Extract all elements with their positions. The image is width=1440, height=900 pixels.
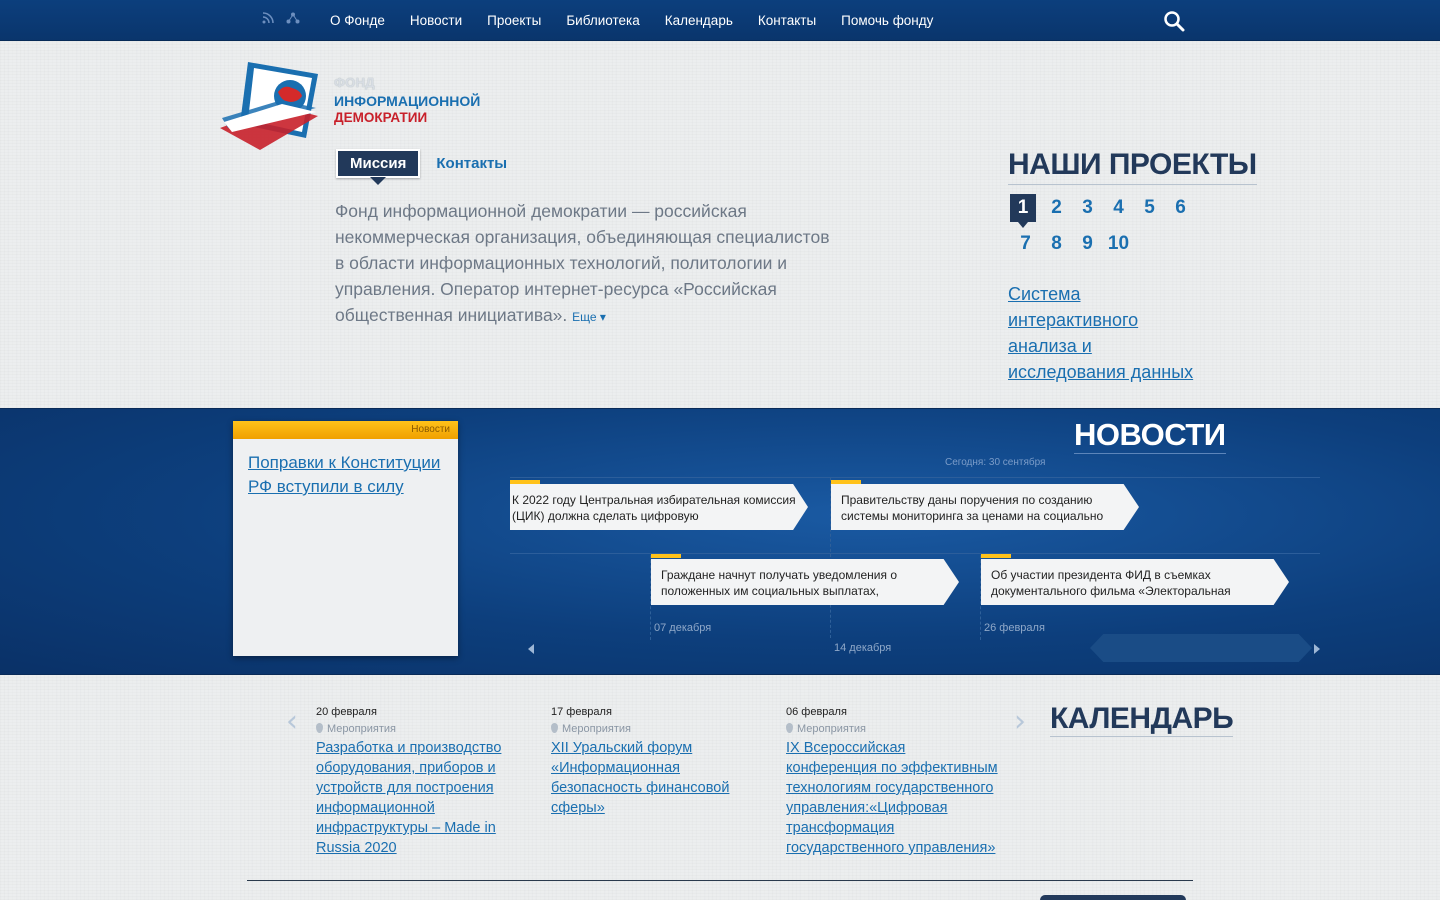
logo-line-1: ФОНД bbox=[334, 75, 375, 90]
timeline-scroll-handle[interactable] bbox=[1090, 634, 1312, 662]
event-date: 20 февраля bbox=[316, 706, 377, 718]
event-category: Мероприятия bbox=[316, 723, 516, 735]
timeline-divider bbox=[830, 478, 831, 638]
event-category: Мероприятия bbox=[786, 723, 998, 735]
event-category-label: Мероприятия bbox=[562, 723, 631, 735]
news-item[interactable]: К 2022 году Центральная избирательная ко… bbox=[510, 484, 808, 530]
project-page-4[interactable]: 4 bbox=[1103, 194, 1134, 222]
main-nav: О Фонде Новости Проекты Библиотека Кален… bbox=[330, 0, 933, 41]
location-pin-icon bbox=[551, 723, 558, 733]
featured-news-card[interactable]: Новости Поправки к Конституции РФ вступи… bbox=[233, 421, 458, 656]
project-page-7[interactable]: 7 bbox=[1010, 230, 1041, 258]
project-page-1[interactable]: 1 bbox=[1010, 194, 1036, 228]
timeline-line bbox=[510, 477, 1320, 478]
logo-emblem-icon bbox=[220, 62, 318, 150]
nav-item-library[interactable]: Библиотека bbox=[566, 13, 639, 28]
project-page-9[interactable]: 9 bbox=[1072, 230, 1103, 258]
project-page-8[interactable]: 8 bbox=[1041, 230, 1072, 258]
nav-item-news[interactable]: Новости bbox=[410, 13, 462, 28]
news-item[interactable]: Об участии президента ФИД в съемках доку… bbox=[981, 559, 1289, 605]
event-category-label: Мероприятия bbox=[797, 723, 866, 735]
share-icon[interactable] bbox=[286, 12, 300, 27]
timeline-prev-arrow-icon[interactable] bbox=[528, 644, 534, 654]
rss-icon[interactable] bbox=[262, 12, 274, 27]
location-pin-icon bbox=[316, 723, 323, 733]
calendar-prev-icon[interactable]: ‹ bbox=[286, 704, 298, 739]
timeline-line bbox=[510, 553, 1320, 554]
calendar-next-icon[interactable]: › bbox=[1014, 704, 1026, 739]
timeline-next-arrow-icon[interactable] bbox=[1314, 644, 1320, 654]
project-page-5[interactable]: 5 bbox=[1134, 194, 1165, 222]
featured-news-tag: Новости bbox=[233, 421, 458, 439]
logo-line-3: ДЕМОКРАТИИ bbox=[334, 110, 428, 125]
projects-title: НАШИ ПРОЕКТЫ bbox=[1008, 148, 1257, 185]
tab-mission[interactable]: Миссия bbox=[336, 149, 421, 185]
timeline-divider bbox=[980, 555, 981, 640]
nav-item-contacts[interactable]: Контакты bbox=[758, 13, 816, 28]
calendar-title: КАЛЕНДАРЬ bbox=[1050, 702, 1234, 737]
event-title[interactable]: XII Уральский форум «Информационная безо… bbox=[551, 738, 751, 818]
nav-item-calendar[interactable]: Календарь bbox=[665, 13, 733, 28]
calendar-event: 20 февраля Мероприятия Разработка и прои… bbox=[316, 706, 516, 858]
logo-line-2: ИНФОРМАЦИОННОЙ bbox=[334, 93, 481, 109]
mission-description: Фонд информационной демократии — российс… bbox=[335, 201, 830, 325]
timeline-date: 07 декабря bbox=[654, 622, 712, 634]
news-item[interactable]: Правительству даны поручения по созданию… bbox=[831, 484, 1139, 530]
project-page-6[interactable]: 6 bbox=[1165, 194, 1196, 222]
project-page-3[interactable]: 3 bbox=[1072, 194, 1103, 222]
timeline-date: 26 февраля bbox=[984, 622, 1045, 634]
footer-divider bbox=[247, 880, 1193, 881]
more-link[interactable]: Еще ▾ bbox=[572, 310, 606, 324]
news-tag-marker bbox=[981, 554, 1011, 558]
calendar-event: 17 февраля Мероприятия XII Уральский фор… bbox=[551, 706, 751, 818]
nav-item-about[interactable]: О Фонде bbox=[330, 13, 385, 28]
tab-contacts[interactable]: Контакты bbox=[436, 155, 507, 172]
search-icon[interactable] bbox=[1163, 10, 1185, 32]
event-title[interactable]: Разработка и производство оборудования, … bbox=[316, 738, 516, 858]
news-title: НОВОСТИ bbox=[1074, 417, 1226, 454]
site-logo[interactable]: ФОНД ИНФОРМАЦИОННОЙ ДЕМОКРАТИИ bbox=[220, 58, 480, 153]
projects-pagination: 1 2 3 4 5 6 7 8 9 10 bbox=[1010, 194, 1210, 258]
footer-button[interactable] bbox=[1040, 895, 1186, 900]
mission-tabs: Миссия Контакты bbox=[336, 149, 507, 185]
timeline-date: 14 декабря bbox=[834, 642, 892, 654]
event-title[interactable]: IX Всероссийская конференция по эффектив… bbox=[786, 738, 998, 858]
project-page-2[interactable]: 2 bbox=[1041, 194, 1072, 222]
event-category-label: Мероприятия bbox=[327, 723, 396, 735]
nav-item-projects[interactable]: Проекты bbox=[487, 13, 541, 28]
mission-text: Фонд информационной демократии — российс… bbox=[335, 198, 835, 330]
event-date: 06 февраля bbox=[786, 706, 847, 718]
project-link[interactable]: Система интерактивного анализа и исследо… bbox=[1008, 281, 1208, 385]
news-tag-marker bbox=[831, 480, 861, 484]
today-date: Сегодня: 30 сентября bbox=[945, 457, 1046, 468]
news-tag-marker bbox=[510, 480, 540, 484]
news-item[interactable]: Граждане начнут получать уведомления о п… bbox=[651, 559, 959, 605]
nav-item-donate[interactable]: Помочь фонду bbox=[841, 13, 933, 28]
calendar-event: 06 февраля Мероприятия IX Всероссийская … bbox=[786, 706, 998, 858]
timeline-divider bbox=[650, 555, 651, 640]
project-page-10[interactable]: 10 bbox=[1103, 230, 1134, 258]
event-category: Мероприятия bbox=[551, 723, 751, 735]
featured-news-title[interactable]: Поправки к Конституции РФ вступили в сил… bbox=[233, 439, 458, 511]
location-pin-icon bbox=[786, 723, 793, 733]
event-date: 17 февраля bbox=[551, 706, 612, 718]
top-navbar: О Фонде Новости Проекты Библиотека Кален… bbox=[0, 0, 1440, 41]
news-tag-marker bbox=[651, 554, 681, 558]
